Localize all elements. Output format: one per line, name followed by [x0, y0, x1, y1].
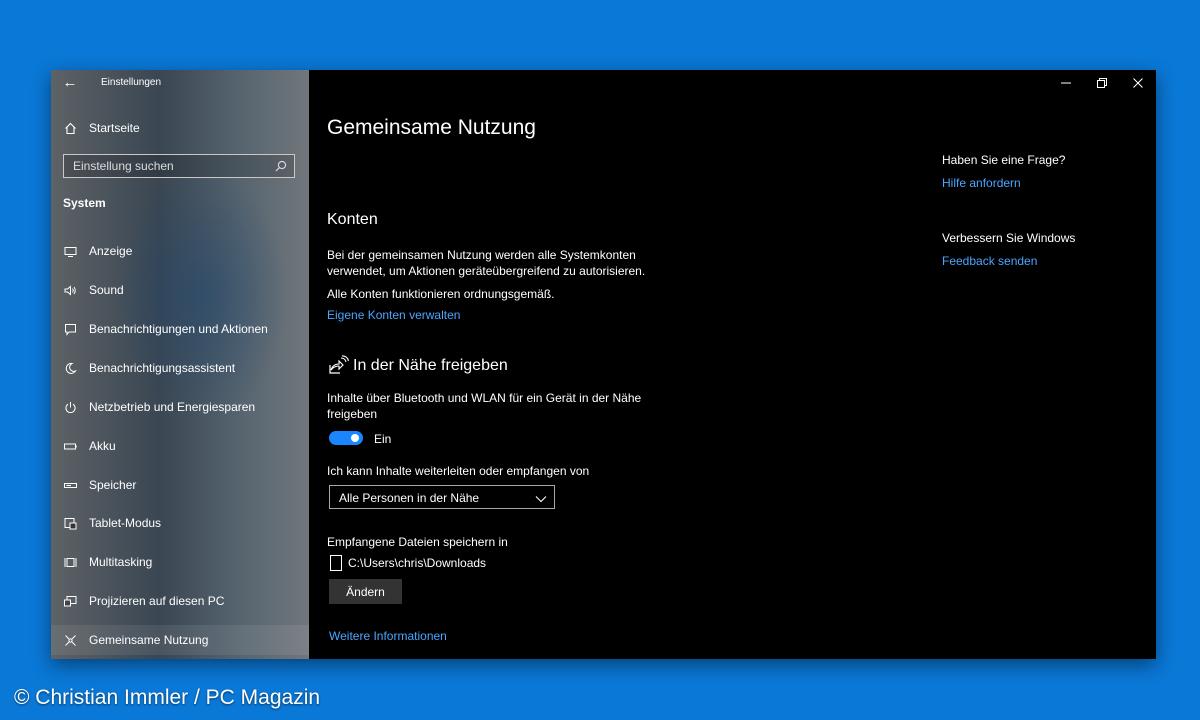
help-link[interactable]: Hilfe anfordern — [942, 176, 1021, 190]
monitor-icon — [63, 244, 77, 258]
sidebar-item-sound[interactable]: Sound — [51, 275, 309, 305]
sidebar-item-notifications[interactable]: Benachrichtigungen und Aktionen — [51, 314, 309, 344]
sidebar-item-shared-experiences[interactable]: Gemeinsame Nutzung — [51, 625, 309, 655]
feedback-link[interactable]: Feedback senden — [942, 254, 1037, 268]
close-icon — [1133, 78, 1143, 88]
nearby-description-line1: Inhalte über Bluetooth und WLAN für ein … — [327, 391, 642, 405]
moon-icon — [63, 361, 77, 375]
sidebar-item-label: Gemeinsame Nutzung — [89, 633, 209, 647]
sidebar-item-label: Netzbetrieb und Energiesparen — [89, 400, 256, 414]
chevron-down-icon — [535, 492, 547, 504]
home-icon — [63, 121, 77, 135]
nearby-sharing-heading: In der Nähe freigeben — [353, 357, 508, 374]
restore-button[interactable] — [1084, 70, 1120, 96]
share-from-label: Ich kann Inhalte weiterleiten oder empfa… — [327, 464, 590, 478]
settings-window: ← Einstellungen Startseite System Anzeig… — [51, 70, 1156, 659]
nearby-description-line2: freigeben — [327, 407, 378, 421]
copyright-watermark: © Christian Immler / PC Magazin — [14, 686, 321, 709]
sidebar-item-focus-assist[interactable]: Benachrichtigungsassistent — [51, 353, 309, 383]
sidebar-item-label: Startseite — [89, 121, 140, 135]
page-title: Gemeinsame Nutzung — [327, 116, 536, 139]
multitasking-icon — [63, 555, 77, 569]
toggle-knob — [351, 434, 359, 442]
sidebar: ← Einstellungen Startseite System Anzeig… — [51, 70, 309, 659]
speaker-icon — [63, 283, 77, 297]
sidebar-item-storage[interactable]: Speicher — [51, 470, 309, 500]
storage-icon — [63, 478, 77, 492]
search-box[interactable] — [63, 154, 295, 178]
sidebar-item-label: Projizieren auf diesen PC — [89, 594, 225, 608]
sidebar-item-home[interactable]: Startseite — [51, 113, 309, 143]
sidebar-item-label: Sound — [89, 283, 124, 297]
accounts-description-line2: verwendet, um Aktionen geräteübergreifen… — [327, 264, 646, 278]
document-icon — [329, 555, 343, 571]
back-arrow-icon[interactable]: ← — [61, 74, 79, 92]
project-icon — [63, 594, 77, 608]
sidebar-item-label: Multitasking — [89, 555, 153, 569]
shared-experiences-icon — [63, 633, 77, 647]
nearby-sharing-toggle[interactable] — [329, 431, 363, 445]
sidebar-item-multitasking[interactable]: Multitasking — [51, 547, 309, 577]
sidebar-item-project[interactable]: Projizieren auf diesen PC — [51, 586, 309, 616]
search-input[interactable] — [64, 155, 273, 177]
save-path-row: C:\Users\chris\Downloads — [329, 555, 486, 571]
sidebar-item-label: Benachrichtigungsassistent — [89, 361, 236, 375]
toggle-state-label: Ein — [374, 432, 392, 446]
sidebar-item-label: Tablet-Modus — [89, 516, 162, 530]
save-to-label: Empfangene Dateien speichern in — [327, 535, 508, 549]
sidebar-item-label: Benachrichtigungen und Aktionen — [89, 322, 268, 336]
search-icon[interactable] — [274, 159, 288, 173]
accounts-description-line1: Bei der gemeinsamen Nutzung werden alle … — [327, 248, 636, 262]
power-icon — [63, 400, 77, 414]
share-from-dropdown[interactable]: Alle Personen in der Nähe — [329, 485, 555, 509]
nearby-sharing-header: In der Nähe freigeben — [327, 355, 508, 377]
sidebar-item-label: Akku — [89, 439, 116, 453]
more-info-link[interactable]: Weitere Informationen — [329, 629, 447, 643]
minimize-icon — [1061, 82, 1071, 84]
section-label-system: System — [63, 196, 106, 210]
tablet-mode-icon — [63, 516, 77, 530]
sidebar-item-tablet-mode[interactable]: Tablet-Modus — [51, 508, 309, 538]
nearby-sharing-icon — [327, 355, 349, 377]
share-from-value: Alle Personen in der Nähe — [339, 491, 480, 505]
accounts-status: Alle Konten funktionieren ordnungsgemäß. — [327, 287, 555, 301]
sidebar-item-battery[interactable]: Akku — [51, 431, 309, 461]
change-button[interactable]: Ändern — [329, 579, 402, 604]
window-title: Einstellungen — [101, 77, 162, 88]
close-button[interactable] — [1120, 70, 1156, 96]
minimize-button[interactable] — [1048, 70, 1084, 96]
accounts-heading: Konten — [327, 211, 378, 228]
sidebar-item-label: Speicher — [89, 478, 137, 492]
manage-accounts-link[interactable]: Eigene Konten verwalten — [327, 308, 460, 322]
restore-icon — [1097, 78, 1107, 88]
battery-icon — [63, 439, 77, 453]
sidebar-item-power[interactable]: Netzbetrieb und Energiesparen — [51, 392, 309, 422]
sidebar-item-label: Anzeige — [89, 244, 133, 258]
improve-windows-heading: Verbessern Sie Windows — [942, 231, 1076, 245]
sidebar-item-display[interactable]: Anzeige — [51, 236, 309, 266]
notification-icon — [63, 322, 77, 336]
help-question-heading: Haben Sie eine Frage? — [942, 153, 1066, 167]
save-path: C:\Users\chris\Downloads — [348, 556, 487, 570]
main-content: Gemeinsame Nutzung Konten Bei der gemein… — [309, 70, 1156, 659]
